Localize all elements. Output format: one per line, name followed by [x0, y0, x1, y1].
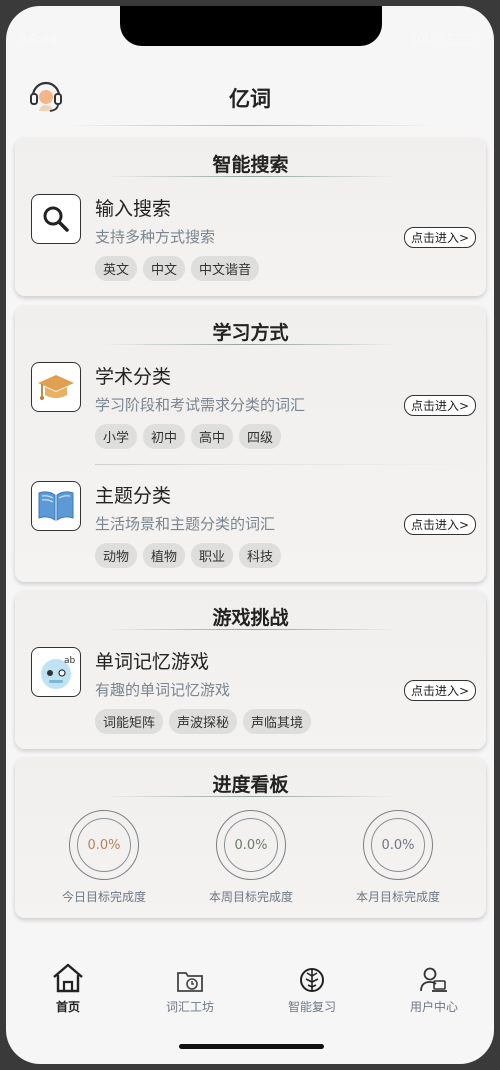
tag: 植物	[143, 543, 186, 568]
progress-ring: 0.0%	[69, 810, 139, 880]
tag: 职业	[191, 543, 234, 568]
item-desc: 有趣的单词记忆游戏	[95, 681, 231, 699]
game-robot-icon: ab	[31, 647, 81, 697]
book-icon	[31, 481, 81, 531]
tag-list: 词能矩阵 声波探秘 声临其境	[95, 709, 312, 734]
tab-smart-review[interactable]: 智能复习	[272, 960, 352, 1015]
tag: 声临其境	[243, 709, 312, 734]
tag-list: 动物 植物 职业 科技	[95, 543, 282, 568]
daily-progress: 0.0% 今日目标完成度	[39, 810, 169, 905]
item-desc: 学习阶段和考试需求分类的词汇	[95, 396, 306, 414]
tag: 小学	[95, 424, 138, 449]
card-title: 智能搜索	[212, 154, 289, 176]
card-title: 游戏挑战	[212, 607, 289, 629]
monthly-progress: 0.0% 本月目标完成度	[333, 810, 463, 905]
game-challenge-card: 游戏挑战 ab 单词记忆游戏 有趣的单词记忆游戏 点击进入> 词能矩阵 声波探秘…	[15, 591, 486, 749]
item-desc: 生活场景和主题分类的词汇	[95, 515, 276, 533]
tag: 声波探秘	[169, 709, 238, 734]
header-divider	[66, 125, 434, 126]
item-name: 学术分类	[95, 366, 172, 388]
progress-label: 今日目标完成度	[61, 890, 146, 904]
enter-button[interactable]: 点击进入>	[403, 680, 476, 701]
home-icon	[28, 960, 108, 994]
app-title: 亿词	[229, 87, 271, 111]
tag: 科技	[239, 543, 282, 568]
tab-user-center[interactable]: 用户中心	[394, 960, 474, 1015]
tab-vocab-workshop[interactable]: 词汇工坊	[150, 960, 230, 1015]
home-indicator[interactable]	[179, 1044, 324, 1049]
tag: 动物	[95, 543, 138, 568]
user-laptop-icon	[394, 960, 474, 994]
item-name: 单词记忆游戏	[95, 651, 210, 673]
weekly-progress: 0.0% 本周目标完成度	[186, 810, 316, 905]
title-underline	[105, 344, 396, 345]
battery-percent: 100%	[409, 32, 444, 46]
title-underline	[105, 629, 396, 630]
tab-home[interactable]: 首页	[28, 960, 108, 1015]
title-underline	[105, 176, 396, 177]
title-underline	[105, 796, 396, 797]
folder-clock-icon	[150, 960, 230, 994]
progress-board-card: 进度看板 0.0% 今日目标完成度 0.0% 本周目标完成度 0.0% 本月目标…	[15, 758, 486, 918]
ring-value: 0.0%	[77, 818, 131, 872]
item-desc: 支持多种方式搜索	[95, 228, 216, 246]
phone-screen: 14:44 100% 亿词 智能搜索 输入搜索 支持多种方式搜索 点击进入> 英…	[6, 6, 494, 1064]
topic-category-item[interactable]: 主题分类 生活场景和主题分类的词汇 点击进入> 动物 植物 职业 科技	[15, 473, 486, 583]
item-name: 主题分类	[95, 485, 172, 507]
tab-label: 用户中心	[409, 1000, 458, 1014]
search-icon	[31, 194, 81, 244]
bottom-tab-bar: 首页 词汇工坊 智能复习 用户中心	[6, 946, 494, 1026]
notch	[120, 6, 382, 46]
card-title: 学习方式	[212, 322, 289, 344]
card-title: 进度看板	[212, 774, 289, 796]
battery-icon	[448, 33, 476, 45]
tag: 四级	[239, 424, 282, 449]
tag: 中文谐音	[191, 256, 260, 281]
progress-ring: 0.0%	[216, 810, 286, 880]
progress-label: 本月目标完成度	[355, 890, 440, 904]
enter-button[interactable]: 点击进入>	[403, 395, 476, 416]
academic-category-item[interactable]: 学术分类 学习阶段和考试需求分类的词汇 点击进入> 小学 初中 高中 四级	[15, 354, 486, 464]
tag: 词能矩阵	[95, 709, 164, 734]
input-search-item[interactable]: 输入搜索 支持多种方式搜索 点击进入> 英文 中文 中文谐音	[15, 186, 486, 296]
tag-list: 小学 初中 高中 四级	[95, 424, 282, 449]
smart-search-card: 智能搜索 输入搜索 支持多种方式搜索 点击进入> 英文 中文 中文谐音	[15, 138, 486, 296]
tag: 中文	[143, 256, 186, 281]
ring-value: 0.0%	[224, 818, 278, 872]
tab-label: 词汇工坊	[165, 1000, 214, 1014]
enter-button[interactable]: 点击进入>	[403, 227, 476, 248]
status-time: 14:44	[20, 32, 58, 47]
study-method-card: 学习方式 学术分类 学习阶段和考试需求分类的词汇 点击进入> 小学 初中 高中 …	[15, 306, 486, 582]
tag: 英文	[95, 256, 138, 281]
item-name: 输入搜索	[95, 198, 172, 220]
tag: 初中	[143, 424, 186, 449]
progress-ring: 0.0%	[363, 810, 433, 880]
app-header: 亿词	[6, 66, 494, 126]
enter-button[interactable]: 点击进入>	[403, 514, 476, 535]
tab-label: 智能复习	[287, 1000, 336, 1014]
progress-label: 本周目标完成度	[208, 890, 293, 904]
memory-game-item[interactable]: ab 单词记忆游戏 有趣的单词记忆游戏 点击进入> 词能矩阵 声波探秘 声临其境	[15, 639, 486, 749]
tag: 高中	[191, 424, 234, 449]
ring-value: 0.0%	[371, 818, 425, 872]
status-battery: 100%	[410, 32, 476, 46]
tag-list: 英文 中文 中文谐音	[95, 256, 260, 281]
tab-label: 首页	[55, 1000, 80, 1014]
svg-text:ab: ab	[64, 656, 75, 666]
item-divider	[95, 464, 476, 465]
graduation-cap-icon	[31, 362, 81, 412]
brain-icon	[272, 960, 352, 994]
